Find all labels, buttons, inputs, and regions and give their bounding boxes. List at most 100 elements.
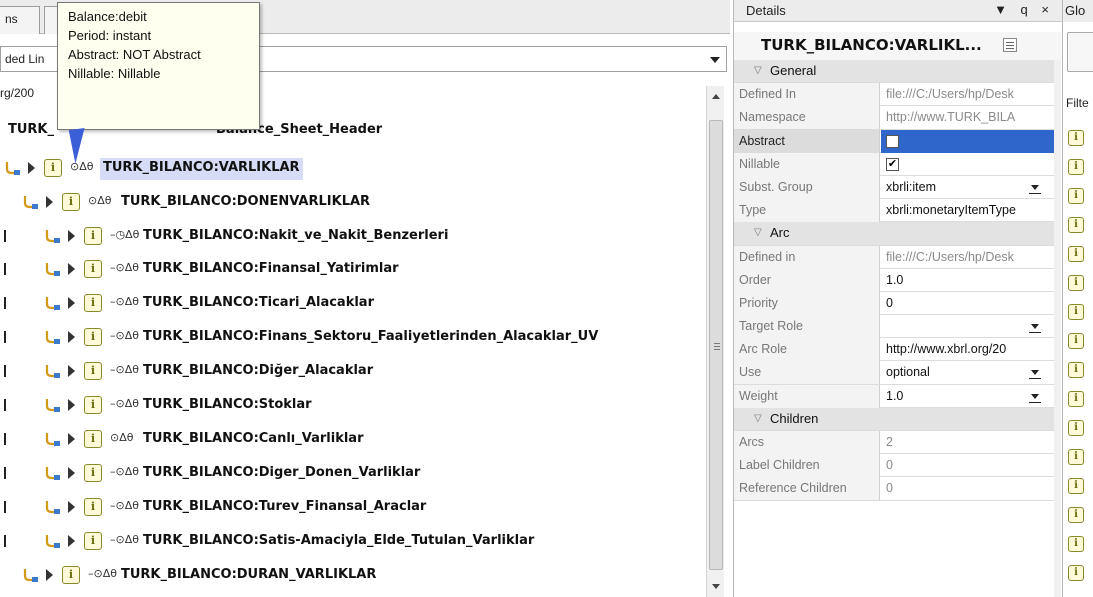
property-row[interactable]: Defined In file:///C:/Users/hp/Desk <box>734 83 1055 107</box>
collapse-icon[interactable]: ▽ <box>754 413 762 424</box>
sort-icon[interactable] <box>1003 38 1017 52</box>
item-icon[interactable]: i <box>1068 420 1084 436</box>
property-value[interactable]: 2 <box>881 431 1055 454</box>
property-row[interactable]: Arc Role http://www.xbrl.org/20 <box>734 338 1055 362</box>
property-value[interactable]: xbrli:item <box>881 176 1055 199</box>
expand-arrow-icon[interactable] <box>68 467 75 479</box>
details-scrollbar[interactable] <box>1054 60 1061 597</box>
tree-node[interactable]: i –◷Δθ TURK_BILANCO:Nakit_ve_Nakit_Benzerl… <box>0 221 706 251</box>
scroll-up-icon[interactable] <box>712 94 720 99</box>
item-icon[interactable]: i <box>1068 130 1084 146</box>
dropdown-arrow-icon[interactable] <box>1025 367 1047 380</box>
expand-arrow-icon[interactable] <box>68 399 75 411</box>
category-children[interactable]: ▽ Children <box>734 407 1055 431</box>
checkbox[interactable] <box>886 134 899 148</box>
collapse-icon[interactable]: ▽ <box>754 65 762 76</box>
item-icon[interactable]: i <box>1068 217 1084 233</box>
property-value[interactable] <box>881 315 1055 338</box>
expand-arrow-icon[interactable] <box>46 196 53 208</box>
scroll-thumb[interactable] <box>709 120 723 570</box>
tree-node[interactable]: i –⊙Δθ TURK_BILANCO:Diger_Donen_Varliklar <box>0 458 706 488</box>
property-row[interactable]: Abstract <box>734 129 1055 153</box>
property-value[interactable]: optional <box>881 361 1055 384</box>
expand-arrow-icon[interactable] <box>68 263 75 275</box>
tree-node[interactable]: i –⊙Δθ TURK_BILANCO:Diğer_Alacaklar <box>0 356 706 386</box>
tree-node[interactable]: i ⊙Δθ TURK_BILANCO:Canlı_Varliklar <box>0 424 706 454</box>
global-toolbar-box[interactable] <box>1067 32 1093 72</box>
property-row[interactable]: Defined in file:///C:/Users/hp/Desk <box>734 245 1055 269</box>
property-row[interactable]: Priority 0 <box>734 291 1055 316</box>
item-icon[interactable]: i <box>1068 362 1084 378</box>
property-row[interactable]: Weight 1.0 <box>734 384 1055 408</box>
property-value[interactable]: file:///C:/Users/hp/Desk <box>881 83 1055 106</box>
property-value[interactable]: file:///C:/Users/hp/Desk <box>881 246 1055 269</box>
expand-arrow-icon[interactable] <box>68 331 75 343</box>
expand-arrow-icon[interactable] <box>46 569 53 581</box>
expand-arrow-icon[interactable] <box>28 162 35 174</box>
property-row[interactable]: Subst. Group xbrli:item <box>734 175 1055 200</box>
chevron-down-icon[interactable] <box>710 57 720 63</box>
item-icon[interactable]: i <box>1068 449 1084 465</box>
property-value[interactable]: 1.0 <box>881 269 1055 292</box>
tree-node[interactable]: i –⊙Δθ TURK_BILANCO:Finansal_Yatirimlar <box>0 254 706 284</box>
property-row[interactable]: Target Role <box>734 315 1055 339</box>
panel-controls-icon[interactable]: ▼ q × <box>994 2 1054 17</box>
property-value[interactable]: ✔ <box>881 153 1055 176</box>
tree-node[interactable]: i –⊙Δθ TURK_BILANCO:Stoklar <box>0 390 706 420</box>
item-icon[interactable]: i <box>1068 507 1084 523</box>
property-row[interactable]: Namespace http://www.TURK_BILA <box>734 106 1055 130</box>
concept-modifiers-icon: –⊙Δθ <box>110 329 139 342</box>
item-icon[interactable]: i <box>1068 391 1084 407</box>
property-value[interactable]: 0 <box>881 454 1055 477</box>
item-icon[interactable]: i <box>1068 159 1084 175</box>
property-row[interactable]: Arcs 2 <box>734 431 1055 455</box>
tree-node[interactable]: i ⊙Δθ TURK_BILANCO:VARLIKLAR <box>0 153 706 183</box>
dropdown-arrow-icon[interactable] <box>1025 182 1047 194</box>
expand-arrow-icon[interactable] <box>68 501 75 513</box>
property-row[interactable]: Nillable ✔ <box>734 152 1055 176</box>
item-icon[interactable]: i <box>1068 333 1084 349</box>
item-icon[interactable]: i <box>1068 565 1084 581</box>
concept-modifiers-icon: –⊙Δθ <box>110 363 139 376</box>
dropdown-arrow-icon[interactable] <box>1025 321 1047 334</box>
scroll-down-icon[interactable] <box>712 584 720 589</box>
tree-scrollbar[interactable] <box>706 86 724 597</box>
expand-arrow-icon[interactable] <box>68 230 75 242</box>
tree-node[interactable]: i –⊙Δθ TURK_BILANCO:Satis-Amaciyla_Elde_Tu… <box>0 526 706 556</box>
tree-node[interactable]: i –⊙Δθ TURK_BILANCO:Finans_Sektoru_Faaliye… <box>0 322 706 352</box>
property-value[interactable]: http://www.xbrl.org/20 <box>881 338 1055 361</box>
category-general[interactable]: ▽ General <box>734 60 1055 84</box>
tab-relationships[interactable]: ns <box>0 6 40 34</box>
item-icon[interactable]: i <box>1068 478 1084 494</box>
property-row[interactable]: Reference Children 0 <box>734 477 1055 501</box>
tree-node[interactable]: i ⊙Δθ TURK_BILANCO:DONENVARLIKLAR <box>0 187 706 217</box>
tree-node[interactable]: i –⊙Δθ TURK_BILANCO:DURAN_VARLIKLAR <box>0 560 706 590</box>
property-value[interactable]: http://www.TURK_BILA <box>881 106 1055 129</box>
expand-arrow-icon[interactable] <box>68 535 75 547</box>
collapse-icon[interactable]: ▽ <box>754 227 762 238</box>
item-icon[interactable]: i <box>1068 246 1084 262</box>
category-arc[interactable]: ▽ Arc <box>734 222 1055 246</box>
tree-node[interactable]: i –⊙Δθ TURK_BILANCO:Ticari_Alacaklar <box>0 288 706 318</box>
property-value[interactable]: 1.0 <box>881 385 1055 408</box>
tree-node[interactable]: i –⊙Δθ TURK_BILANCO:Turev_Finansal_Araclar <box>0 492 706 522</box>
property-value[interactable]: xbrli:monetaryItemType <box>881 199 1055 222</box>
expand-arrow-icon[interactable] <box>68 365 75 377</box>
item-icon[interactable]: i <box>1068 536 1084 552</box>
property-value[interactable]: 0 <box>881 477 1055 500</box>
item-icon[interactable]: i <box>1068 304 1084 320</box>
expand-arrow-icon[interactable] <box>68 297 75 309</box>
expand-arrow-icon[interactable] <box>68 433 75 445</box>
tab-partial[interactable] <box>44 6 58 34</box>
dropdown-arrow-icon[interactable] <box>1025 391 1047 403</box>
property-row[interactable]: Label Children 0 <box>734 454 1055 478</box>
checkbox[interactable]: ✔ <box>886 157 899 171</box>
property-value[interactable]: 0 <box>881 292 1055 315</box>
property-value[interactable] <box>881 129 1055 153</box>
property-row[interactable]: Order 1.0 <box>734 268 1055 292</box>
property-row[interactable]: Use optional <box>734 361 1055 385</box>
item-icon[interactable]: i <box>1068 188 1084 204</box>
property-row[interactable]: Type xbrli:monetaryItemType <box>734 199 1055 223</box>
property-value-text: 1.0 <box>886 388 904 403</box>
item-icon[interactable]: i <box>1068 275 1084 291</box>
